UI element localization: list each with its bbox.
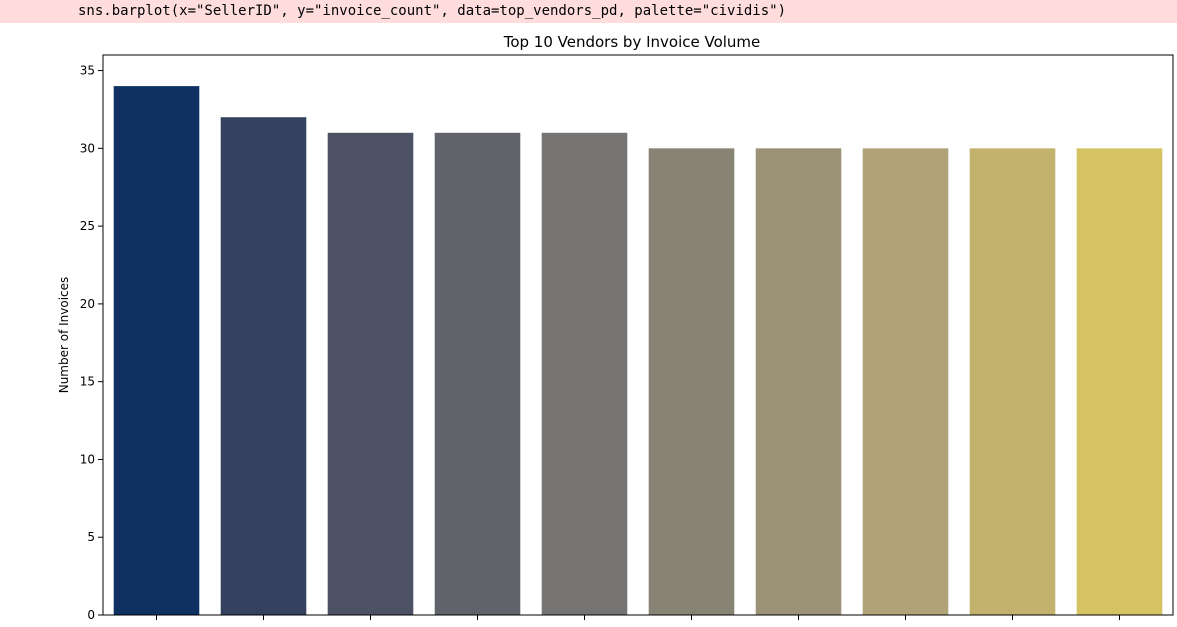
- y-axis: 0 5 10 15 20 25 30 35: [80, 64, 103, 622]
- bars-group: [113, 86, 1163, 616]
- bar-chart: Top 10 Vendors by Invoice Volume Number …: [57, 33, 1174, 622]
- y-tick-label: 30: [80, 141, 95, 155]
- y-tick-label: 0: [87, 608, 95, 622]
- bar-5: [541, 132, 628, 615]
- y-axis-label: Number of Invoices: [57, 277, 71, 394]
- y-tick-label: 5: [87, 530, 95, 544]
- bar-4: [434, 132, 521, 615]
- y-tick-label: 20: [80, 297, 95, 311]
- y-tick-label: 25: [80, 219, 95, 233]
- bar-6: [648, 148, 735, 615]
- bar-8: [862, 148, 949, 615]
- bar-3: [327, 132, 414, 615]
- y-tick-label: 35: [80, 64, 95, 78]
- x-axis: [156, 615, 1120, 620]
- bar-2: [220, 117, 307, 615]
- y-tick-label: 10: [80, 452, 95, 466]
- bar-1: [113, 86, 200, 616]
- bar-7: [755, 148, 842, 615]
- bar-9: [969, 148, 1056, 615]
- chart-title: Top 10 Vendors by Invoice Volume: [503, 33, 761, 51]
- y-tick-label: 15: [80, 375, 95, 389]
- bar-10: [1076, 148, 1163, 615]
